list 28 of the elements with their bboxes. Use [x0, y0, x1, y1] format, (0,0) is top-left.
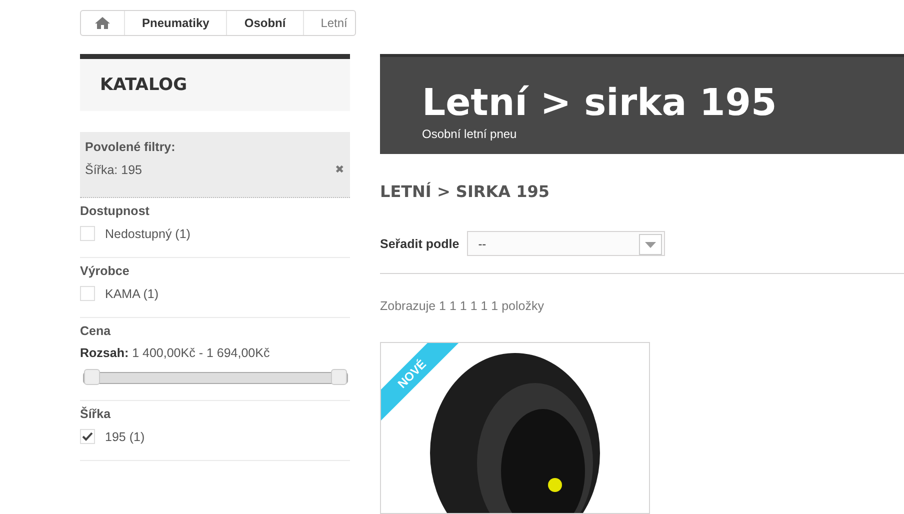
- home-icon: [95, 17, 110, 29]
- filter-group-title: Dostupnost: [80, 204, 150, 218]
- sort-label: Seřadit podle: [380, 236, 460, 250]
- active-filter-label: Šířka: 195: [85, 163, 142, 177]
- breadcrumb-link[interactable]: Osobní: [227, 11, 304, 35]
- category-heading: LETNÍ > SIRKA 195: [380, 182, 550, 203]
- breadcrumb-link[interactable]: Pneumatiky: [125, 11, 228, 35]
- filter-group-title: Šířka: [80, 407, 112, 421]
- filter-option-label[interactable]: Nedostupný (1): [105, 226, 190, 240]
- checkbox[interactable]: [80, 429, 95, 444]
- active-filters-title: Povolené filtry:: [85, 140, 176, 154]
- slider-handle[interactable]: [331, 369, 347, 385]
- filter-group-title: Výrobce: [80, 264, 130, 278]
- checkbox[interactable]: [80, 286, 95, 301]
- remove-filter-button[interactable]: ✖: [335, 163, 345, 177]
- filter-option-label[interactable]: 195 (1): [105, 430, 145, 444]
- caret-icon: [645, 242, 656, 248]
- product-count: Zobrazuje 1 1 1 1 1 1 položky: [380, 299, 545, 313]
- slider-handle[interactable]: [84, 369, 100, 385]
- banner-title: Letní > sirka 195: [422, 83, 778, 124]
- banner-subtitle: Osobní letní pneu: [422, 126, 518, 141]
- filter-group-title: Cena: [80, 324, 112, 338]
- catalog-title: KATALOG: [100, 75, 188, 95]
- checkbox[interactable]: [80, 226, 95, 241]
- sort-select[interactable]: --: [467, 231, 666, 256]
- price-range-text: Rozsah: 1 400,00Kč - 1 694,00Kč: [80, 346, 271, 360]
- breadcrumb-link[interactable]: Letní: [304, 11, 356, 35]
- filter-option-label[interactable]: KAMA (1): [105, 286, 158, 300]
